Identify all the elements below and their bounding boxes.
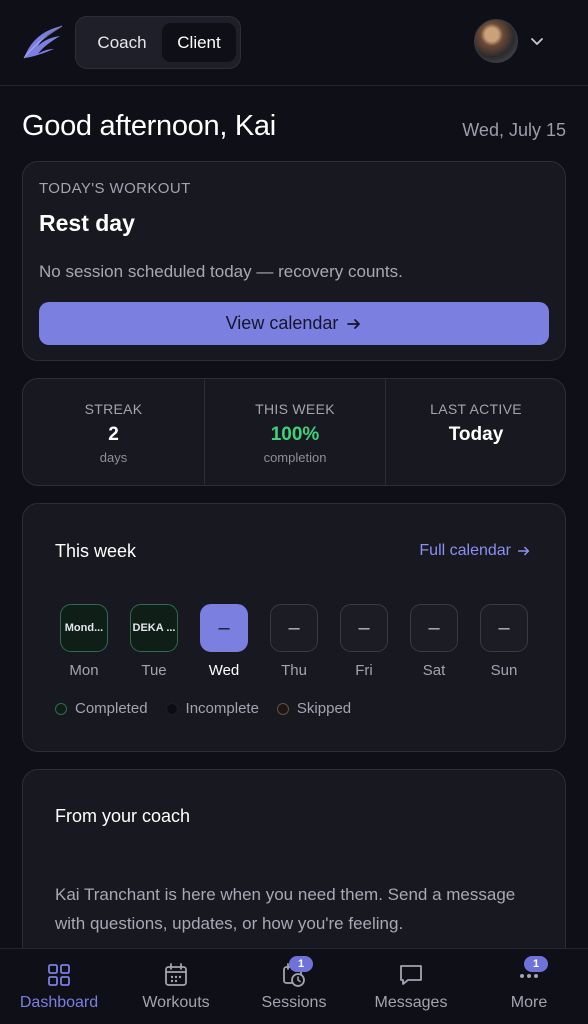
todays-workout-card: TODAY'S WORKOUT Rest day No session sche…: [22, 161, 566, 361]
nav-label: Dashboard: [19, 994, 99, 1011]
stat-label: LAST ACTIVE: [430, 401, 522, 417]
nav-label: Sessions: [261, 994, 327, 1011]
day-tue[interactable]: DEKA ... Tue: [130, 604, 178, 679]
top-bar: Coach Client: [0, 0, 588, 86]
arrow-right-icon: [517, 546, 530, 556]
full-calendar-link[interactable]: Full calendar: [419, 542, 531, 560]
coach-card-title: From your coach: [55, 806, 191, 826]
status-legend: Completed Incomplete Skipped: [55, 700, 351, 717]
bottom-nav: Dashboard Workouts 1 Sessions Messages 1…: [0, 948, 588, 1024]
stats-card: STREAK 2 days THIS WEEK 100% completion …: [22, 378, 566, 486]
greeting-title: Good afternoon, Kai: [22, 110, 276, 142]
full-calendar-label: Full calendar: [419, 542, 511, 559]
stat-sub: days: [99, 450, 128, 465]
nav-label: Workouts: [142, 994, 210, 1011]
day-mon[interactable]: Mond... Mon: [60, 604, 108, 679]
mode-toggle: Coach Client: [75, 16, 241, 69]
avatar[interactable]: [474, 19, 518, 63]
incomplete-dot-icon: [165, 702, 178, 715]
nav-label: More: [510, 994, 548, 1011]
nav-workouts[interactable]: Workouts: [117, 949, 235, 1024]
stat-value: 100%: [270, 424, 320, 445]
nav-dashboard[interactable]: Dashboard: [0, 949, 118, 1024]
this-week-card: This week Full calendar Mond... Mon DEKA…: [22, 503, 566, 752]
day-sun[interactable]: – Sun: [480, 604, 528, 679]
calendar-icon: [165, 963, 187, 986]
legend-skipped: Skipped: [276, 700, 352, 717]
legend-label: Completed: [75, 700, 148, 717]
day-box: –: [200, 604, 248, 652]
day-label: Sun: [490, 662, 518, 679]
workout-description: No session scheduled today — recovery co…: [39, 262, 403, 281]
more-badge: 1: [524, 956, 548, 972]
legend-incomplete: Incomplete: [165, 700, 259, 717]
sessions-badge: 1: [289, 956, 313, 972]
stat-label: THIS WEEK: [255, 401, 335, 417]
day-thu[interactable]: – Thu: [270, 604, 318, 679]
day-wed[interactable]: – Wed: [200, 604, 248, 679]
wing-logo-icon[interactable]: [20, 22, 64, 62]
day-box: DEKA ...: [130, 604, 178, 652]
workout-title: Rest day: [39, 210, 135, 236]
chat-bubble-icon: [400, 965, 422, 985]
nav-more[interactable]: 1 More: [470, 949, 588, 1024]
day-label: Fri: [355, 662, 373, 679]
stat-this-week: THIS WEEK 100% completion: [204, 379, 385, 485]
day-box: –: [340, 604, 388, 652]
todays-workout-eyebrow: TODAY'S WORKOUT: [39, 180, 191, 197]
mode-coach-button[interactable]: Coach: [82, 23, 162, 62]
day-box: Mond...: [60, 604, 108, 652]
day-label: Sat: [422, 662, 446, 679]
coach-message: Kai Tranchant is here when you need them…: [55, 885, 516, 933]
nav-messages[interactable]: Messages: [352, 949, 470, 1024]
skipped-dot-icon: [276, 702, 289, 715]
grid-icon: [48, 964, 70, 986]
stat-label: STREAK: [84, 401, 143, 417]
arrow-right-icon: [347, 318, 361, 329]
day-fri[interactable]: – Fri: [340, 604, 388, 679]
stat-value: Today: [448, 424, 504, 445]
nav-sessions[interactable]: 1 Sessions: [235, 949, 353, 1024]
completed-dot-icon: [55, 702, 67, 715]
legend-label: Incomplete: [185, 700, 259, 717]
day-box: –: [270, 604, 318, 652]
chevron-down-icon[interactable]: [529, 33, 545, 49]
day-label: Wed: [208, 662, 240, 679]
day-sat[interactable]: – Sat: [410, 604, 458, 679]
stat-last-active: LAST ACTIVE Today: [385, 379, 566, 485]
stat-streak: STREAK 2 days: [23, 379, 204, 485]
day-box: –: [480, 604, 528, 652]
current-date: Wed, July 15: [462, 120, 566, 140]
nav-label: Messages: [374, 994, 448, 1011]
stat-value: 2: [108, 424, 119, 445]
day-box: –: [410, 604, 458, 652]
day-label: Thu: [281, 662, 307, 679]
legend-completed: Completed: [55, 700, 148, 717]
this-week-title: This week: [55, 541, 137, 561]
view-calendar-label: View calendar: [225, 313, 339, 333]
legend-label: Skipped: [296, 700, 352, 717]
stat-sub: completion: [263, 450, 327, 465]
view-calendar-button[interactable]: View calendar: [39, 302, 549, 345]
mode-client-button[interactable]: Client: [162, 23, 236, 62]
day-label: Tue: [141, 662, 167, 679]
day-label: Mon: [69, 662, 99, 679]
